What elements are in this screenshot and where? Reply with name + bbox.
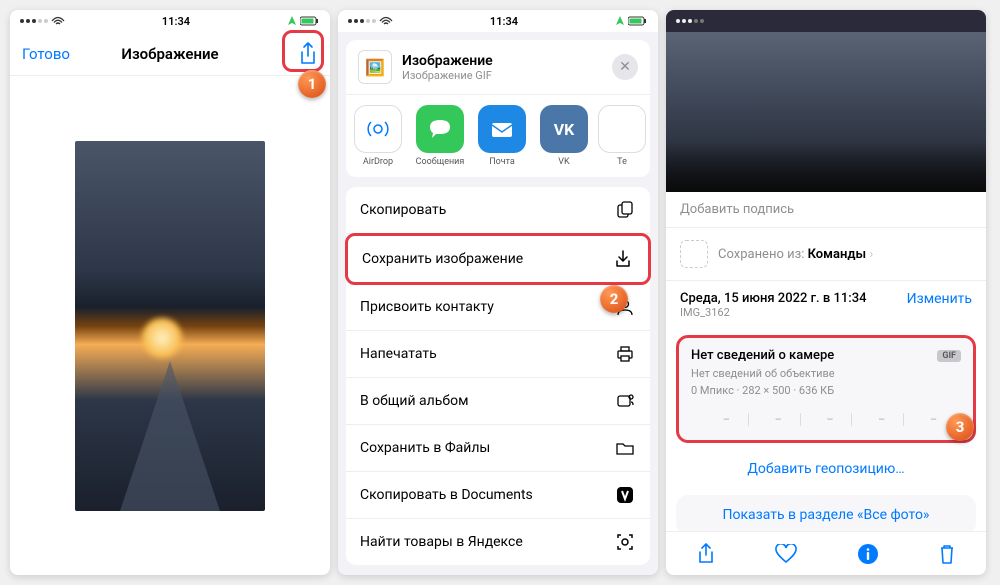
- no-lens-label: Нет сведений об объективе: [691, 367, 961, 380]
- status-time: 11:34: [162, 15, 190, 28]
- album-icon: [614, 390, 636, 412]
- airdrop-icon: [354, 105, 402, 153]
- caption-input[interactable]: Добавить подпись: [666, 192, 986, 228]
- app-airdrop[interactable]: AirDrop: [350, 105, 406, 167]
- share-icon[interactable]: [696, 543, 716, 565]
- step-marker-3: 3: [946, 413, 974, 441]
- bottom-toolbar: [666, 531, 986, 575]
- copy-icon: [614, 199, 636, 221]
- edit-date-button[interactable]: Изменить: [907, 291, 972, 307]
- action-print[interactable]: Напечатать: [346, 331, 650, 378]
- heart-icon[interactable]: [775, 544, 797, 564]
- mail-icon: [478, 105, 526, 153]
- printer-icon: [614, 343, 636, 365]
- action-save-files[interactable]: Сохранить в Файлы: [346, 425, 650, 472]
- photo-filename: IMG_3162: [680, 306, 867, 319]
- close-button[interactable]: ✕: [612, 54, 638, 80]
- highlight-box-1: [282, 30, 324, 72]
- screen-preview: 11:34 Готово Изображение 1: [10, 10, 330, 575]
- status-bar: 11:34: [10, 10, 330, 32]
- photo-preview[interactable]: [666, 32, 986, 192]
- show-all-photos-button[interactable]: Показать в разделе «Все фото»: [676, 495, 976, 535]
- messages-icon: [416, 105, 464, 153]
- vk-icon: VK: [540, 105, 588, 153]
- scan-icon: [614, 531, 636, 553]
- preview-image[interactable]: [75, 141, 265, 511]
- action-copy[interactable]: Скопировать: [346, 187, 650, 234]
- screen-share-sheet: 11:34 🖼️ Изображение Изображение GIF ✕ A…: [338, 10, 658, 575]
- saved-from-row[interactable]: Сохранено из: Команды ›: [666, 228, 986, 281]
- action-shared-album[interactable]: В общий альбом: [346, 378, 650, 425]
- status-time: 11:34: [490, 15, 518, 28]
- sheet-title: Изображение: [402, 53, 493, 69]
- step-marker-2: 2: [600, 285, 628, 313]
- step-marker-1: 1: [298, 70, 326, 98]
- image-preview-area: [10, 76, 330, 575]
- screen-photo-info: Добавить подпись Сохранено из: Команды ›…: [666, 10, 986, 575]
- sheet-subtitle: Изображение GIF: [402, 69, 493, 82]
- specs-label: 0 Мпикс · 282 × 500 · 636 КБ: [691, 384, 961, 397]
- status-bar: [666, 10, 986, 32]
- app-messages[interactable]: Сообщения: [412, 105, 468, 167]
- app-source-icon: [680, 240, 708, 268]
- documents-app-icon: [614, 484, 636, 506]
- date-row: Среда, 15 июня 2022 г. в 11:34 IMG_3162 …: [666, 281, 986, 329]
- info-icon[interactable]: [857, 543, 879, 565]
- photo-date: Среда, 15 июня 2022 г. в 11:34: [680, 291, 867, 306]
- action-find-yandex[interactable]: Найти товары в Яндексе: [346, 519, 650, 565]
- download-icon: [612, 248, 634, 270]
- partial-icon: [598, 105, 646, 153]
- trash-icon[interactable]: [938, 543, 956, 565]
- share-actions-list: Скопировать Сохранить изображение Присво…: [346, 187, 650, 565]
- status-bar: 11:34: [338, 10, 658, 32]
- exif-placeholders: –––––: [691, 409, 961, 430]
- file-thumb-icon: 🖼️: [358, 50, 392, 84]
- action-copy-documents[interactable]: Скопировать в Documents: [346, 472, 650, 519]
- folder-icon: [614, 437, 636, 459]
- app-vk[interactable]: VKVK: [536, 105, 592, 167]
- camera-info-box: Нет сведений о камере GIF Нет сведений об…: [676, 335, 976, 443]
- add-geo-button[interactable]: Добавить геопозицию…: [666, 449, 986, 489]
- action-save-image[interactable]: Сохранить изображение: [345, 233, 651, 285]
- share-sheet-header: 🖼️ Изображение Изображение GIF ✕: [346, 40, 650, 95]
- app-more[interactable]: Te: [598, 105, 646, 167]
- gif-badge: GIF: [937, 350, 961, 362]
- done-button[interactable]: Готово: [22, 45, 70, 63]
- no-camera-label: Нет сведений о камере: [691, 348, 834, 363]
- nav-title: Изображение: [121, 45, 218, 63]
- app-mail[interactable]: Почта: [474, 105, 530, 167]
- share-apps-row: AirDrop Сообщения Почта VKVK Te: [346, 95, 650, 177]
